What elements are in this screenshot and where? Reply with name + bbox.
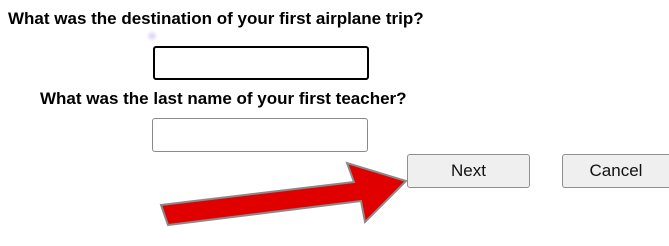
arrow-shape xyxy=(159,161,408,227)
red-pointer-arrow-icon xyxy=(159,161,408,227)
